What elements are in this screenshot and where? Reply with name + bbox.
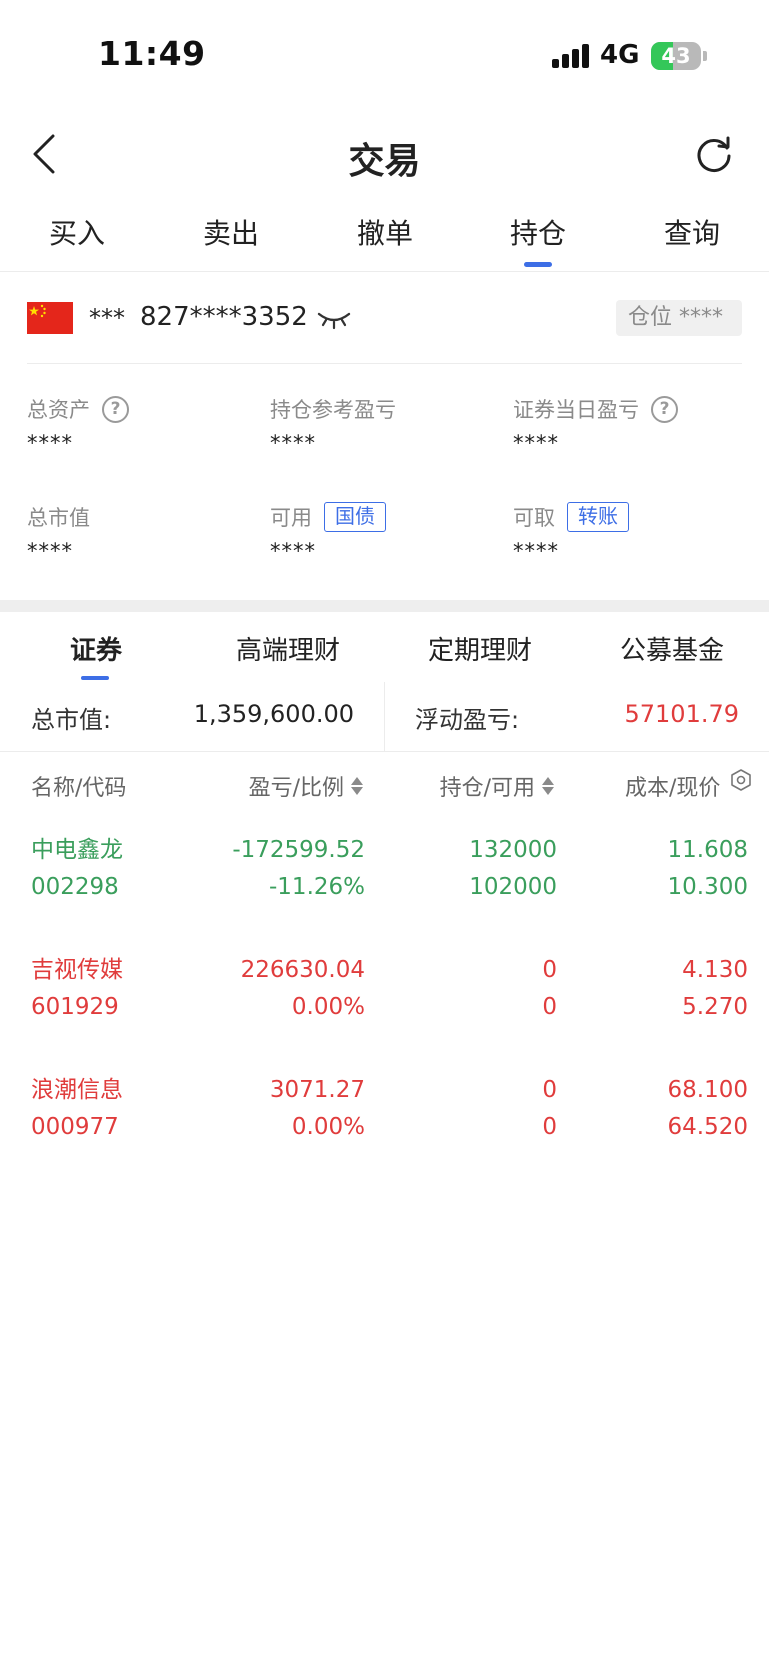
table-row[interactable]: 中电鑫龙 002298 -172599.52 -11.26% 132000 10… <box>0 832 769 952</box>
header-holding-available[interactable]: 持仓/可用 <box>440 770 554 802</box>
sort-icon <box>351 777 363 795</box>
metric-label: 证券当日盈亏 <box>513 398 639 422</box>
refresh-icon <box>697 136 731 172</box>
stock-price: 5.270 <box>682 994 748 1020</box>
header-cost-price: 成本/现价 <box>625 776 721 801</box>
metric-value: **** <box>270 539 316 563</box>
tab-holdings[interactable]: 持仓 <box>461 212 615 252</box>
stock-holding: 0 <box>542 1077 557 1103</box>
table-header: 名称/代码 盈亏/比例 持仓/可用 成本/现价 <box>0 752 769 822</box>
metric-value: **** <box>513 539 559 563</box>
stock-price: 10.300 <box>667 874 748 900</box>
china-flag-icon <box>27 302 73 334</box>
stock-available: 0 <box>542 1114 557 1140</box>
network-label: 4G <box>600 40 640 70</box>
divider <box>27 363 742 364</box>
stock-name: 浪潮信息 <box>31 1077 123 1103</box>
stock-holding: 0 <box>542 957 557 983</box>
tab-active-indicator <box>524 262 552 267</box>
signal-icon <box>552 44 590 68</box>
subtab-public-funds[interactable]: 公募基金 <box>576 630 768 667</box>
position-label: 仓位 <box>628 305 673 330</box>
stock-available: 0 <box>542 994 557 1020</box>
metric-label: 总市值 <box>27 506 90 530</box>
metric-value: **** <box>270 431 316 455</box>
main-tabs: 买入 卖出 撤单 持仓 查询 <box>0 200 769 272</box>
sort-icon <box>542 777 554 795</box>
account-number: 827****3352 <box>140 302 308 332</box>
subtab-active-indicator <box>81 676 109 680</box>
metric-label: 可取 <box>513 506 555 530</box>
stock-code: 601929 <box>31 994 119 1020</box>
stock-pl-ratio: 0.00% <box>291 994 365 1020</box>
metric-available: 可用 国债 **** <box>270 501 490 563</box>
stock-holding: 132000 <box>469 837 557 863</box>
stock-cost: 68.100 <box>667 1077 748 1103</box>
position-badge[interactable]: 仓位 **** <box>616 300 742 336</box>
stock-available: 102000 <box>469 874 557 900</box>
subtab-securities[interactable]: 证券 <box>0 630 192 667</box>
refresh-button[interactable] <box>690 130 738 178</box>
account-prefix: *** <box>89 304 125 332</box>
table-row[interactable]: 浪潮信息 000977 3071.27 0.00% 0 0 68.100 64.… <box>0 1072 769 1192</box>
metric-value: **** <box>513 431 559 455</box>
header-pl-ratio[interactable]: 盈亏/比例 <box>249 770 363 802</box>
metric-label: 持仓参考盈亏 <box>270 398 396 422</box>
stock-cost: 4.130 <box>682 957 748 983</box>
metric-label: 可用 <box>270 506 312 530</box>
stock-name: 中电鑫龙 <box>31 837 123 863</box>
total-market-value: 1,359,600.00 <box>193 700 354 728</box>
battery-level: 43 <box>661 44 691 68</box>
status-bar: 11:49 4G 43 <box>0 0 769 110</box>
subtab-fixed-term-wealth[interactable]: 定期理财 <box>384 630 576 667</box>
stock-pl-ratio: 0.00% <box>291 1114 365 1140</box>
metric-holding-pl: 持仓参考盈亏 **** <box>270 393 490 455</box>
header-label: 持仓/可用 <box>439 776 535 801</box>
tab-sell[interactable]: 卖出 <box>154 212 308 252</box>
battery-icon: 43 <box>651 42 701 70</box>
table-row[interactable]: 吉视传媒 601929 226630.04 0.00% 0 0 4.130 5.… <box>0 952 769 1072</box>
tab-query[interactable]: 查询 <box>615 212 769 252</box>
stock-pl: 226630.04 <box>240 957 365 983</box>
metric-label: 总资产 <box>27 398 90 422</box>
battery-cap <box>703 51 707 61</box>
nav-bar: 交易 <box>0 110 769 200</box>
floating-pl-label: 浮动盈亏: <box>415 706 520 734</box>
metric-value: **** <box>27 431 73 455</box>
help-icon[interactable]: ? <box>102 395 129 423</box>
sub-tabs: 证券 高端理财 定期理财 公募基金 <box>0 612 769 682</box>
totals-separator <box>384 682 385 752</box>
stock-code: 002298 <box>31 874 119 900</box>
bond-button[interactable]: 国债 <box>324 502 386 532</box>
header-name-code: 名称/代码 <box>31 776 127 801</box>
settings-icon[interactable] <box>729 768 753 792</box>
stock-price: 64.520 <box>667 1114 748 1140</box>
totals-row: 总市值: 1,359,600.00 浮动盈亏: 57101.79 <box>0 682 769 752</box>
tab-cancel-order[interactable]: 撤单 <box>308 212 462 252</box>
account-row: *** 827****3352 仓位 **** <box>0 272 769 364</box>
stock-pl: 3071.27 <box>269 1077 365 1103</box>
stock-name: 吉视传媒 <box>31 957 123 983</box>
stock-pl: -172599.52 <box>232 837 365 863</box>
status-time: 11:49 <box>98 34 206 73</box>
position-value: **** <box>679 305 724 330</box>
transfer-button[interactable]: 转账 <box>567 502 629 532</box>
floating-pl-value: 57101.79 <box>624 700 739 728</box>
total-market-value-label: 总市值: <box>31 706 112 734</box>
page-title: 交易 <box>348 141 421 182</box>
tab-buy[interactable]: 买入 <box>0 212 154 252</box>
metric-daily-pl: 证券当日盈亏 ? **** <box>513 393 733 455</box>
subtab-premium-wealth[interactable]: 高端理财 <box>192 630 384 667</box>
metric-market-value: 总市值 **** <box>27 501 247 563</box>
stock-pl-ratio: -11.26% <box>269 874 365 900</box>
metric-total-assets: 总资产 ? **** <box>27 393 247 455</box>
metric-value: **** <box>27 539 73 563</box>
stock-cost: 11.608 <box>667 837 748 863</box>
stock-code: 000977 <box>31 1114 119 1140</box>
help-icon[interactable]: ? <box>651 395 678 423</box>
header-label: 盈亏/比例 <box>248 776 344 801</box>
eye-closed-icon[interactable] <box>317 308 351 330</box>
metric-withdrawable: 可取 转账 **** <box>513 501 733 563</box>
section-divider <box>0 600 769 612</box>
